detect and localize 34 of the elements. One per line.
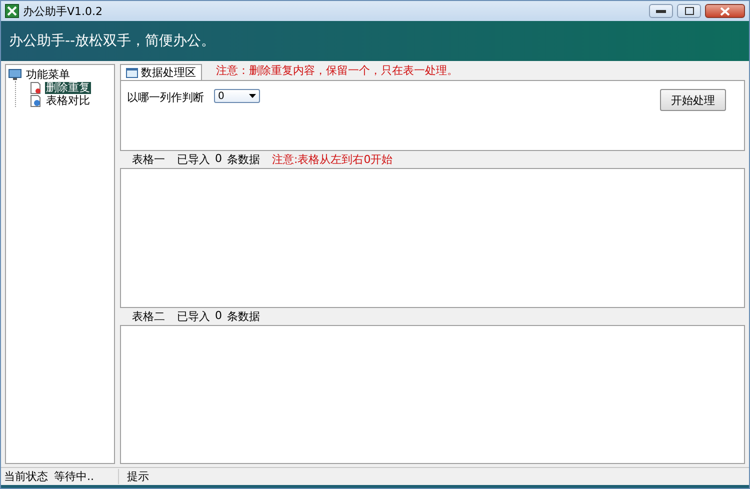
app-icon bbox=[5, 4, 19, 18]
import-count: 0 bbox=[215, 308, 222, 324]
tree-item[interactable]: 功能菜单 bbox=[25, 68, 71, 80]
tree-item[interactable]: 表格对比 bbox=[45, 94, 91, 106]
import-label: 已导入 bbox=[177, 308, 210, 324]
import-unit: 条数据 bbox=[227, 308, 260, 324]
table-name: 表格二 bbox=[132, 308, 165, 324]
document-icon bbox=[30, 82, 42, 94]
tree-item[interactable]: 删除重复 bbox=[45, 82, 91, 94]
close-icon bbox=[720, 6, 730, 16]
note-text: 注意:表格从左到右0开始 bbox=[272, 152, 393, 167]
close-button[interactable] bbox=[705, 4, 745, 18]
maximize-icon bbox=[684, 7, 694, 15]
import-count: 0 bbox=[215, 152, 222, 167]
minimize-button[interactable] bbox=[649, 4, 673, 18]
hint-text: 提示 bbox=[127, 469, 150, 484]
maximize-button[interactable] bbox=[677, 4, 701, 18]
minimize-icon bbox=[656, 9, 666, 13]
column-dropdown[interactable]: 0 bbox=[214, 89, 260, 103]
tab[interactable]: 数据处理区 bbox=[120, 64, 202, 80]
caret-icon bbox=[249, 94, 256, 98]
document-icon bbox=[30, 94, 42, 106]
window-icon bbox=[126, 68, 138, 78]
import-label: 已导入 bbox=[177, 152, 210, 167]
window-title: 办公助手V1.0.2 bbox=[23, 4, 104, 18]
table-name: 表格一 bbox=[132, 152, 165, 167]
import-unit: 条数据 bbox=[227, 152, 260, 167]
status-label: 当前状态 bbox=[4, 469, 49, 484]
status-text: 等待中.. bbox=[54, 469, 119, 484]
column-label: 以哪一列作判断 bbox=[127, 90, 204, 105]
notice-text: 注意：删除重复内容，保留一个，只在表一处理。 bbox=[216, 63, 458, 79]
monitor-icon bbox=[8, 68, 22, 80]
start-button[interactable]: 开始处理 bbox=[660, 89, 726, 111]
banner-text: 办公助手--放松双手，简便办公。 bbox=[1, 21, 749, 61]
